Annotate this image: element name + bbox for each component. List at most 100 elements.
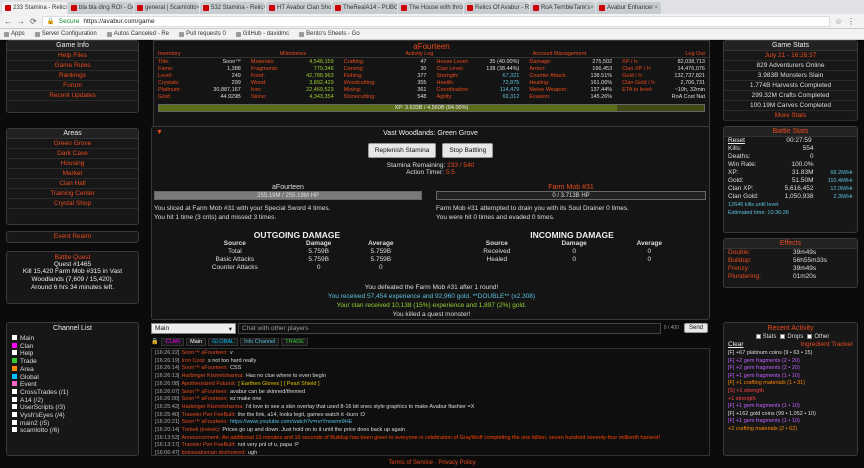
close-icon[interactable]: ×: [197, 5, 199, 11]
star-icon[interactable]: ☆: [835, 17, 842, 26]
game-info-link[interactable]: Recent Updates: [7, 91, 138, 101]
game-info-link[interactable]: Rankings: [7, 71, 138, 81]
browser-tab[interactable]: The House with thro×: [398, 2, 463, 14]
channel-item[interactable]: Vysh'sEyes (/4): [12, 412, 138, 420]
chat-filter-tab[interactable]: Info Channel: [240, 337, 280, 346]
chat-username[interactable]: Soon™ aFourteen:: [181, 350, 227, 356]
chat-username[interactable]: Iron Corp:: [181, 358, 205, 364]
area-link[interactable]: Green Grove: [7, 139, 138, 149]
chat-username[interactable]: Harbinger Kismetsharma:: [181, 404, 243, 410]
chat-username[interactable]: Soon™ aFourteen:: [181, 389, 227, 395]
close-icon[interactable]: ×: [590, 5, 594, 11]
menu-icon[interactable]: ⋮: [847, 17, 855, 26]
channel-item[interactable]: Event: [12, 381, 138, 389]
browser-tab[interactable]: 233 Stamina - Relics×: [2, 2, 67, 14]
browser-tab[interactable]: 532 Stamina - Relic×: [200, 2, 265, 14]
activity-filter-checkbox[interactable]: [780, 334, 786, 339]
chat-username[interactable]: Announcement:: [181, 435, 220, 441]
game-info-link[interactable]: Game Rules: [7, 61, 138, 71]
forward-icon[interactable]: →: [17, 17, 25, 26]
browser-tab-title: general | Scamlotto: [145, 5, 197, 11]
reset-stats-link[interactable]: Reset: [728, 137, 745, 145]
game-stat-line[interactable]: More Stats: [724, 111, 857, 121]
area-link[interactable]: Market: [7, 169, 138, 179]
channel-color-swatch: [12, 358, 17, 364]
chat-username[interactable]: Soon™ aFourteen:: [181, 365, 227, 371]
header-section-link[interactable]: Inventory: [158, 51, 181, 57]
replenish-stamina-button[interactable]: Replenish Stamina: [367, 143, 437, 158]
chat-username[interactable]: Traveler Pwr FoeBuilt:: [181, 412, 235, 418]
area-link[interactable]: Crystal Shop: [7, 199, 138, 209]
ingredient-tracker-link[interactable]: Ingredient Tracker: [801, 341, 853, 349]
browser-tab[interactable]: bla bla ding ROI - Go×: [68, 2, 133, 14]
clear-activity-link[interactable]: Clear: [728, 341, 744, 349]
browser-tab[interactable]: Relics Of Avabur - R×: [464, 2, 529, 14]
channel-item[interactable]: scamlotto (/6): [12, 427, 138, 435]
header-section-link[interactable]: Activity Log: [405, 51, 433, 57]
collapse-icon[interactable]: ▼: [156, 129, 163, 136]
area-link[interactable]: Training Center: [7, 189, 138, 199]
chat-username[interactable]: Apotheosized Futurist:: [181, 381, 236, 387]
close-icon[interactable]: ×: [654, 5, 658, 11]
chat-username[interactable]: Soon™ aFourteen:: [181, 396, 227, 402]
game-info-link[interactable]: Help Files: [7, 51, 138, 61]
back-icon[interactable]: ←: [4, 17, 12, 26]
activity-line: [F] +1 gem fragments (1 • 10): [728, 372, 800, 379]
browser-tab[interactable]: TheRealA14 - PUBG×: [332, 2, 397, 14]
chat-username[interactable]: Traveler Pwr FoeBuilt:: [181, 442, 235, 448]
channel-item[interactable]: Global: [12, 373, 138, 382]
channel-item[interactable]: UserScripts (/3): [12, 404, 138, 412]
chat-username[interactable]: Soon™ aFourteen:: [181, 419, 227, 425]
bookmark-item[interactable]: Pull requests 0: [179, 31, 226, 37]
activity-filter-checkbox[interactable]: [755, 334, 761, 339]
stat-row: Level: 249: [158, 73, 241, 80]
stop-battling-button[interactable]: Stop Battling: [442, 143, 494, 158]
area-link[interactable]: Clan Hall: [7, 179, 138, 189]
bookmark-item[interactable]: Bento's Sheets - Go: [299, 31, 360, 37]
chat-timestamp: [16:26:14]: [155, 365, 180, 372]
event-realm-link[interactable]: Event Realm: [7, 232, 138, 241]
channel-item[interactable]: Trade: [12, 358, 138, 366]
send-button[interactable]: Send: [683, 323, 708, 333]
browser-tab[interactable]: Avabur Enhancer ×: [596, 2, 661, 14]
bookmark-item[interactable]: Server Configuration: [34, 31, 97, 37]
chat-channel-select[interactable]: Main ▾: [151, 322, 236, 334]
chat-input[interactable]: Chat with other players: [238, 322, 661, 334]
bookmark-item[interactable]: Autos Canceled - Re: [106, 31, 169, 37]
channel-item[interactable]: A14 (/2): [12, 396, 138, 405]
channel-item[interactable]: Help: [12, 350, 138, 358]
channel-item[interactable]: Main: [12, 335, 138, 343]
reload-icon[interactable]: ⟳: [30, 17, 37, 26]
channel-item[interactable]: CrossTrades (/1): [12, 388, 138, 397]
footer-links[interactable]: Terms of Service · Privacy Policy: [0, 460, 864, 466]
bookmark-item[interactable]: Apps: [4, 31, 25, 37]
quest-title[interactable]: Battle Quest: [7, 252, 138, 261]
chat-filter-tab[interactable]: TRADE: [281, 337, 308, 346]
browser-tab[interactable]: RoA TerribleTank's ×: [530, 2, 595, 14]
channel-item[interactable]: main2 (/5): [12, 419, 138, 428]
area-link[interactable]: Housing: [7, 159, 138, 169]
browser-tab[interactable]: general | Scamlotto ×: [134, 2, 199, 14]
chat-username[interactable]: Trebek (trebek):: [181, 427, 220, 433]
close-icon[interactable]: ×: [263, 5, 265, 11]
channel-item[interactable]: Area: [12, 365, 138, 374]
area-link[interactable]: Dark Cave: [7, 149, 138, 159]
bookmark-item[interactable]: GitHub - davidmc: [235, 31, 289, 37]
channel-item[interactable]: Clan: [12, 342, 138, 351]
game-info-link[interactable]: Forum: [7, 81, 138, 91]
favicon-icon: [401, 5, 407, 11]
chat-username[interactable]: botsesaksman drolnomed:: [181, 450, 246, 455]
header-section-link[interactable]: Milestones: [280, 51, 306, 57]
table-cell: 0: [572, 256, 576, 263]
chat-filter-tab[interactable]: CLAN: [161, 337, 185, 346]
chat-username[interactable]: Harbinger Kismetsharma:: [181, 373, 243, 379]
chat-filter-tab[interactable]: Main: [186, 337, 207, 346]
browser-tab[interactable]: HT Avabur Clan Sho ×: [266, 2, 331, 14]
game-stats-panel: Game Stats July 21 - 16:26:37 829 Adventu…: [723, 40, 858, 121]
header-section-link[interactable]: Log Out: [685, 51, 705, 57]
activity-filter-checkbox[interactable]: [807, 334, 813, 339]
stat-label: Agility:: [436, 94, 453, 100]
header-section-link[interactable]: Account Management: [533, 51, 587, 57]
url-input[interactable]: 🔒 Secure https://avabur.com/game: [41, 15, 830, 27]
chat-filter-tab[interactable]: GLOBAL: [208, 337, 239, 346]
